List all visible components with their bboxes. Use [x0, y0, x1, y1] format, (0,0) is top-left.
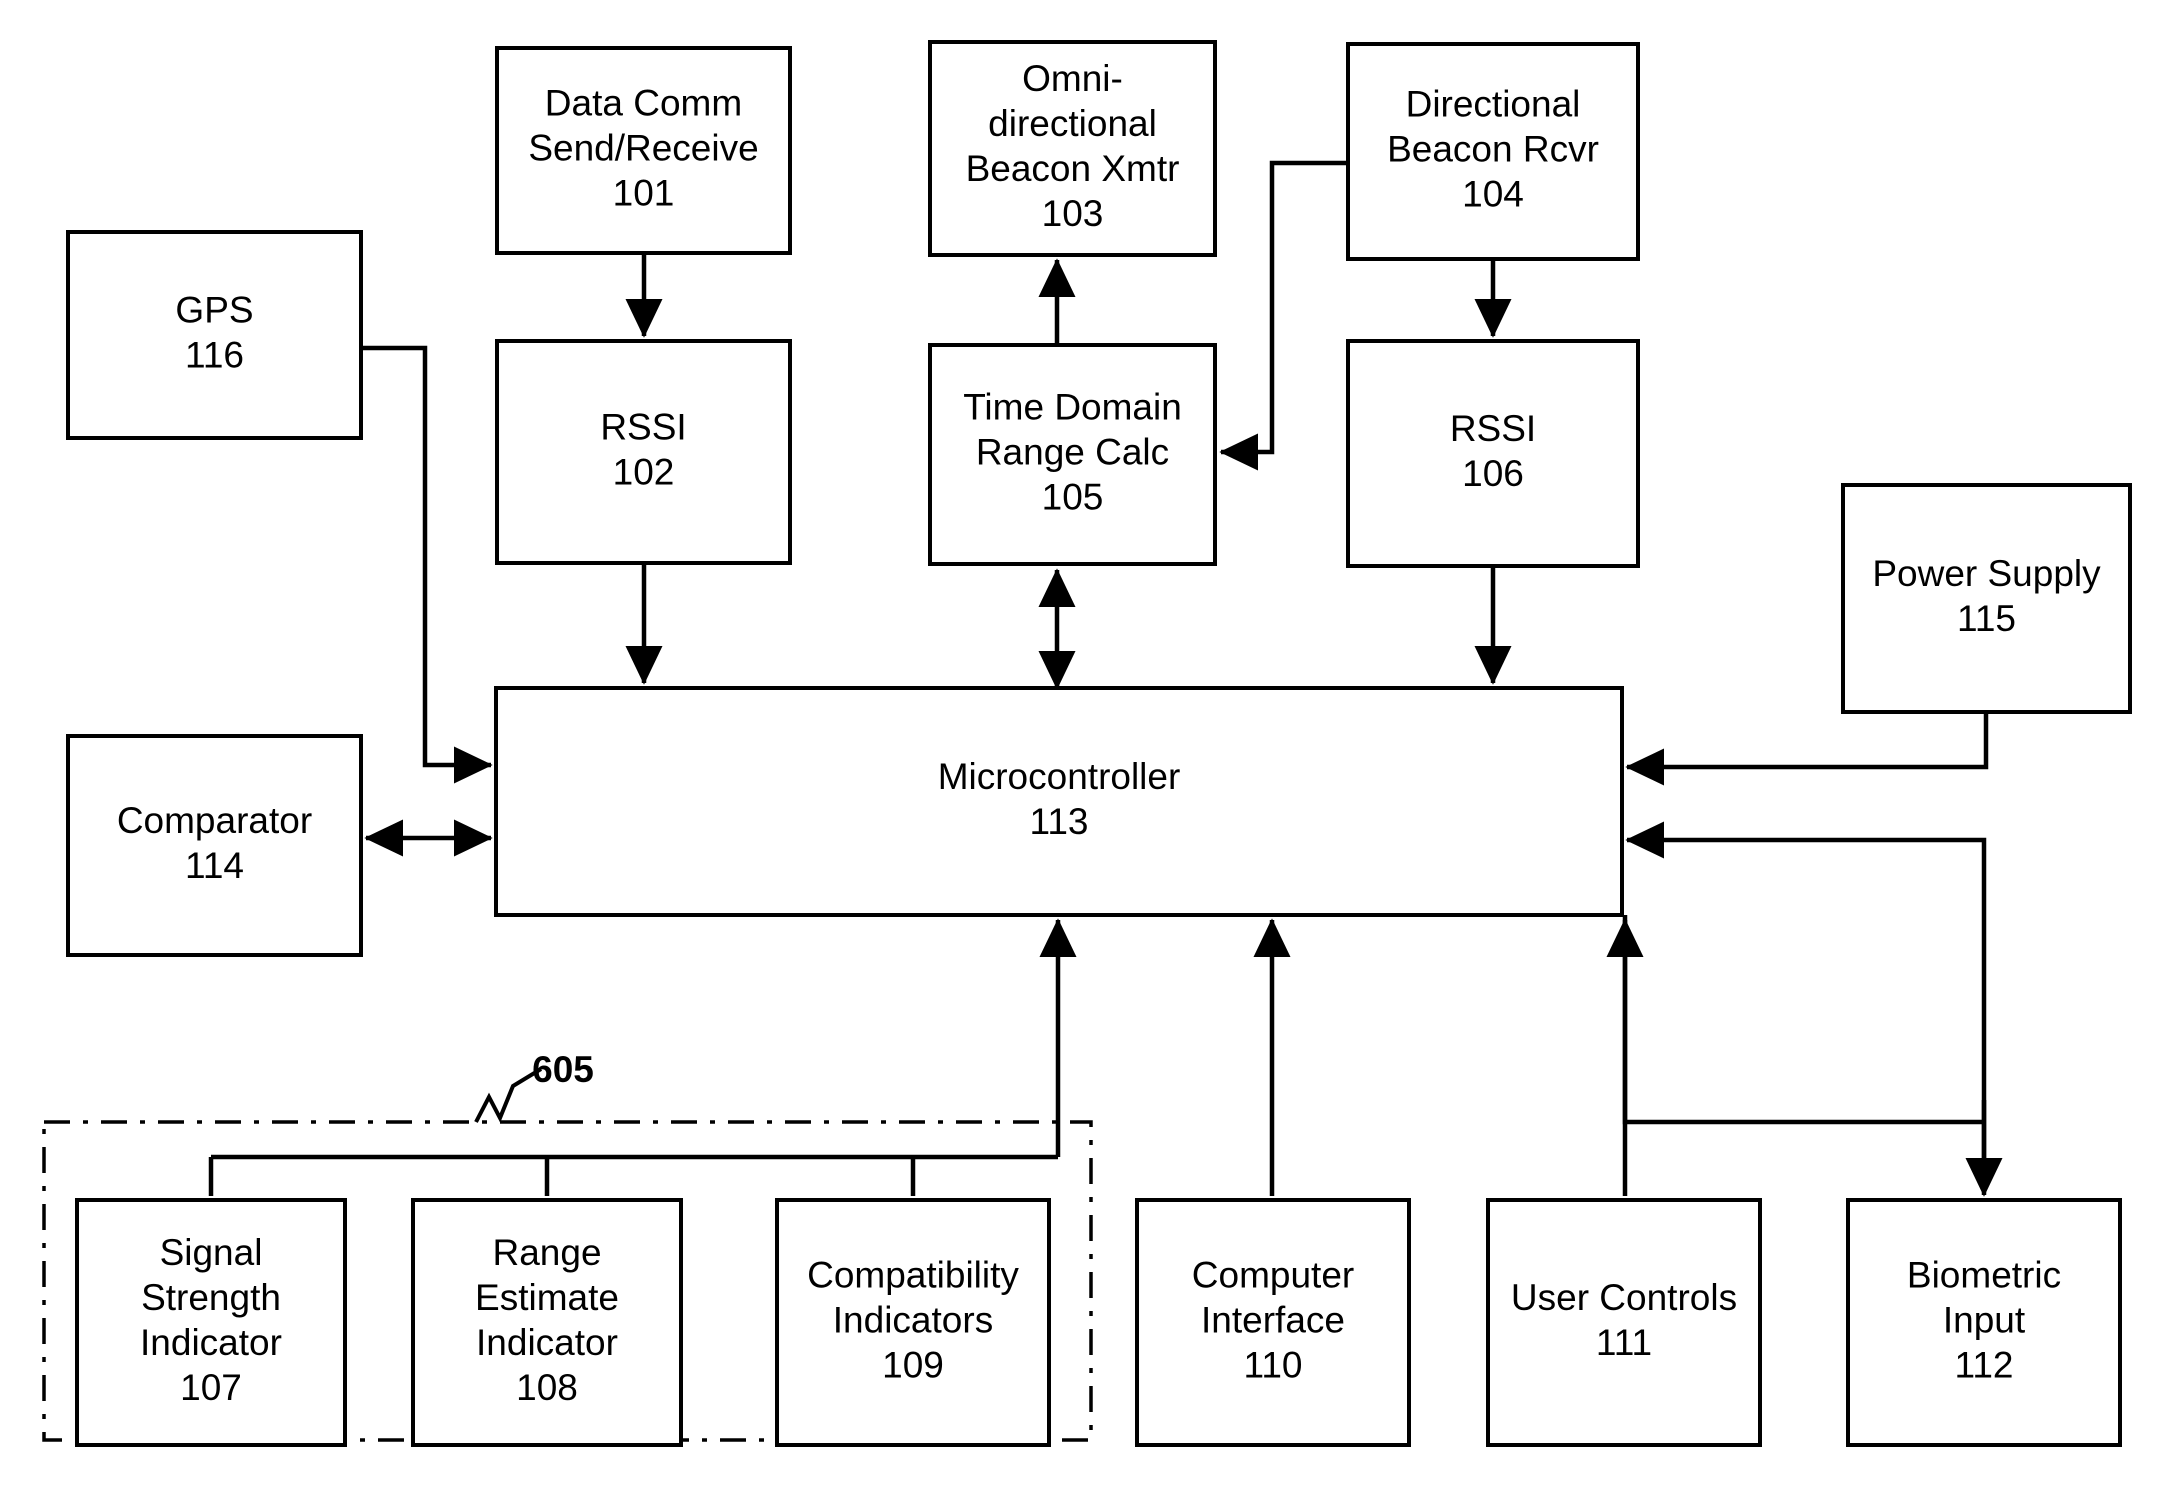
block-label-b104-line-0: Directional [1406, 83, 1581, 124]
block-label-b101-line-0: Data Comm [545, 82, 742, 123]
block-b103[interactable]: Omni-directionalBeacon Xmtr103 [928, 40, 1217, 257]
block-label-b106-line-0: RSSI [1450, 408, 1536, 449]
block-b116[interactable]: GPS116 [66, 230, 363, 440]
connector-gps-to-microcontroller [361, 345, 493, 784]
connection-layer [208, 160, 2003, 1197]
block-b111[interactable]: User Controls111 [1486, 1198, 1762, 1447]
block-label-b108-line-0: Range [492, 1232, 601, 1273]
block-b102[interactable]: RSSI102 [495, 339, 792, 565]
block-label-b115-line-0: Power Supply [1872, 553, 2101, 594]
block-label-b105-line-1: Range Calc [976, 431, 1169, 472]
block-b113[interactable]: Microcontroller113 [494, 686, 1624, 917]
block-label-b103-line-0: Omni- [1022, 58, 1123, 99]
block-label-b105-line-0: Time Domain [963, 386, 1182, 427]
block-label-b101-line-2: 101 [613, 172, 675, 213]
block-label-b116-line-0: GPS [175, 289, 253, 330]
block-label-b115-line-1: 115 [1957, 598, 2016, 639]
block-b114[interactable]: Comparator114 [66, 734, 363, 957]
block-label-b106-line-1: 106 [1462, 453, 1524, 494]
block-diagram: 605 Data CommSend/Receive101 Omni-directi… [42, 40, 2132, 1447]
block-label-b101-line-1: Send/Receive [528, 127, 758, 168]
connector-biometric-line-to-microcontroller [1625, 821, 1987, 1180]
connector-power-supply-to-microcontroller [1625, 712, 1989, 786]
block-label-b107-line-1: Strength [141, 1277, 281, 1318]
figure-canvas: 605 Data Comm Send/Receive 101 Omni-directi… [0, 0, 2169, 1485]
block-b112[interactable]: BiometricInput112 [1846, 1198, 2122, 1447]
block-label-b109-line-2: 109 [882, 1344, 944, 1385]
block-b105[interactable]: Time DomainRange Calc105 [928, 343, 1217, 566]
block-label-b107-line-0: Signal [160, 1232, 263, 1273]
block-label-b112-line-0: Biometric [1907, 1254, 2061, 1295]
block-label-b110-line-1: Interface [1201, 1299, 1345, 1340]
block-label-b114-line-1: 114 [185, 845, 244, 886]
block-label-b108-line-2: Indicator [476, 1322, 618, 1363]
block-label-b107-line-2: Indicator [140, 1322, 282, 1363]
block-label-b114-line-0: Comparator [117, 800, 312, 841]
block-label-b103-line-3: 103 [1042, 193, 1104, 234]
block-b108[interactable]: RangeEstimateIndicator108 [411, 1198, 683, 1447]
block-label-b107-line-3: 107 [180, 1367, 242, 1408]
blocks-layer: Data CommSend/Receive101 Omni-directional… [66, 40, 2132, 1447]
block-label-b113-line-0: Microcontroller [938, 756, 1181, 797]
block-label-b111-line-0: User Controls [1511, 1277, 1737, 1318]
block-label-b116-line-1: 116 [185, 334, 244, 375]
block-b106[interactable]: RSSI106 [1346, 339, 1640, 568]
block-label-b109-line-0: Compatibility [807, 1254, 1019, 1295]
block-label-b109-line-1: Indicators [833, 1299, 993, 1340]
block-label-b108-line-1: Estimate [475, 1277, 619, 1318]
block-label-b111-line-1: 111 [1596, 1322, 1652, 1363]
block-label-b102-line-0: RSSI [600, 406, 686, 447]
block-b109[interactable]: CompatibilityIndicators109 [775, 1198, 1051, 1447]
block-label-b110-line-2: 110 [1244, 1344, 1303, 1385]
block-label-b112-line-1: Input [1943, 1299, 2026, 1340]
connector-directional-rcvr-to-range-calc [1219, 160, 1348, 471]
block-b107[interactable]: SignalStrengthIndicator107 [75, 1198, 347, 1447]
block-label-b108-line-3: 108 [516, 1367, 578, 1408]
block-label-b113-line-1: 113 [1030, 801, 1089, 842]
block-label-b112-line-2: 112 [1955, 1344, 2014, 1385]
block-b110[interactable]: ComputerInterface110 [1135, 1198, 1411, 1447]
block-b101[interactable]: Data CommSend/Receive101 [495, 46, 792, 255]
block-label-b103-line-1: directional [988, 103, 1157, 144]
region-605-label: 605 [532, 1049, 594, 1090]
block-b104[interactable]: DirectionalBeacon Rcvr104 [1346, 42, 1640, 261]
block-label-b104-line-2: 104 [1462, 173, 1524, 214]
connector-microcontroller-to-biometric-path [1622, 915, 1984, 1125]
block-label-b104-line-1: Beacon Rcvr [1387, 128, 1599, 169]
block-b115[interactable]: Power Supply115 [1841, 483, 2132, 714]
block-label-b102-line-1: 102 [613, 451, 675, 492]
block-label-b105-line-2: 105 [1042, 476, 1104, 517]
block-label-b103-line-2: Beacon Xmtr [966, 148, 1180, 189]
block-label-b110-line-0: Computer [1192, 1254, 1354, 1295]
